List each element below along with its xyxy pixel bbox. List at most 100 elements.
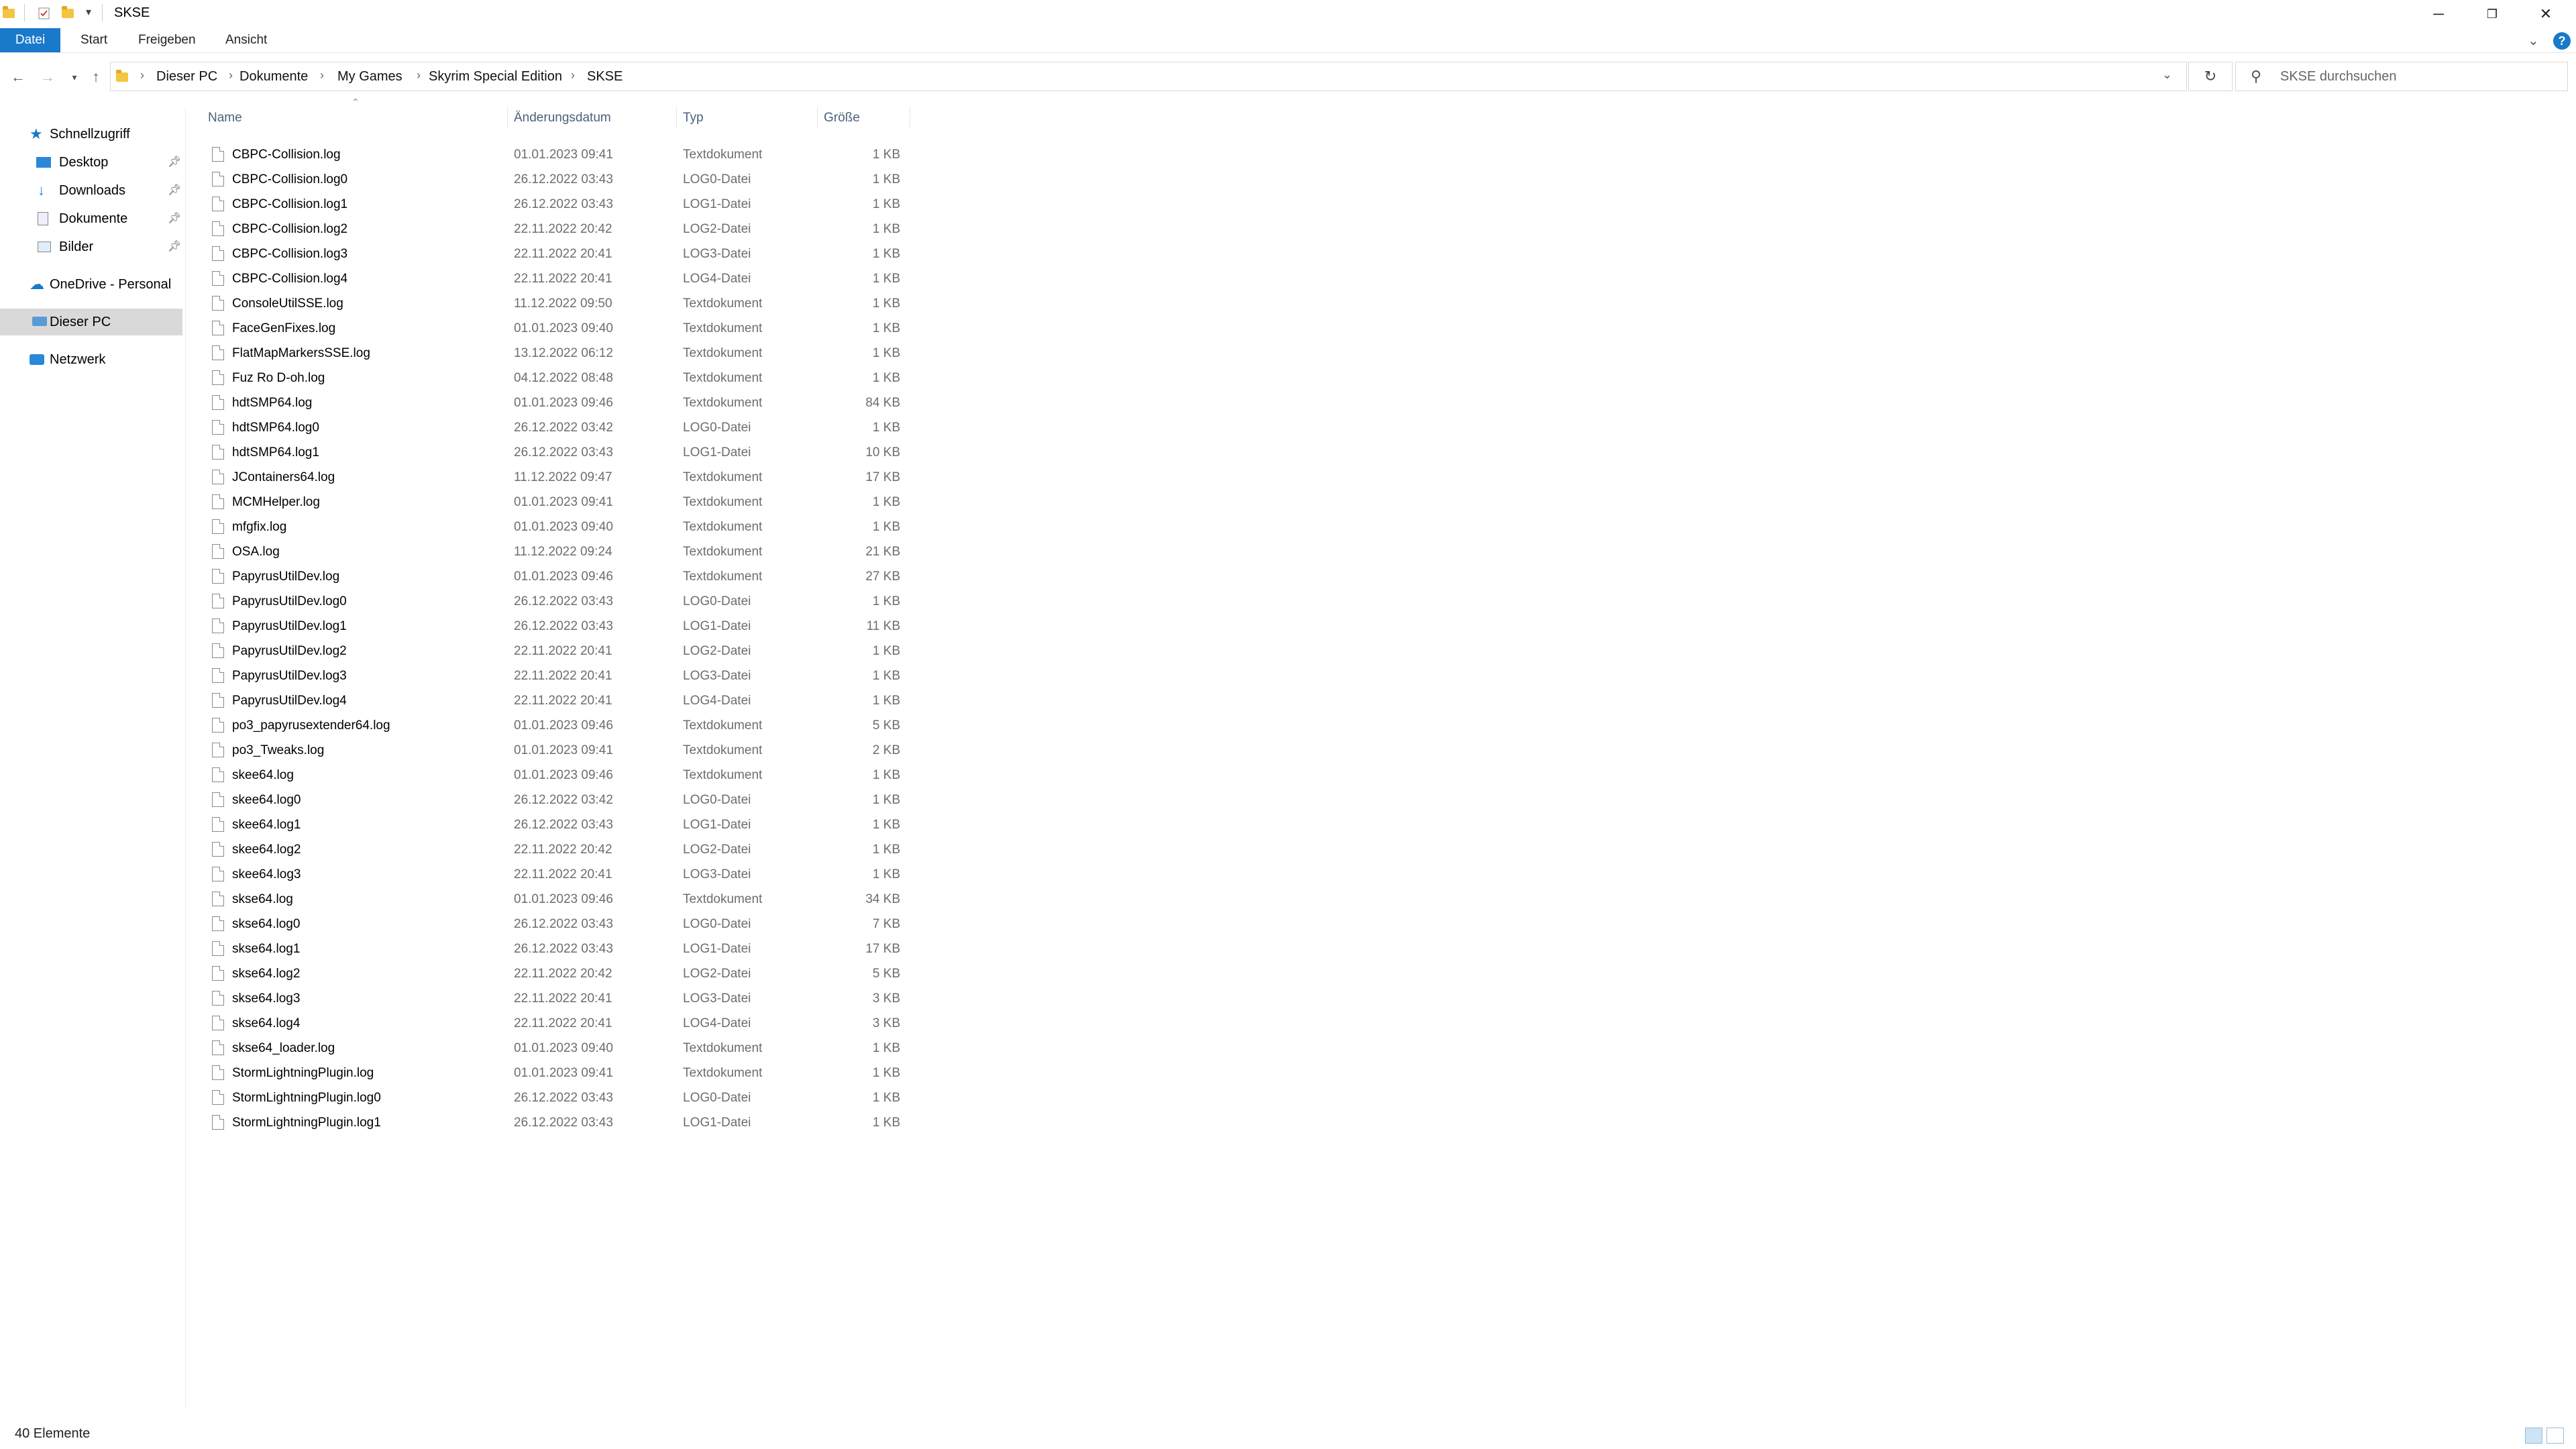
file-row[interactable]: CBPC-Collision.log 01.01.2023 09:41 Textdo… <box>205 142 910 167</box>
file-row[interactable]: mfgfix.log 01.01.2023 09:40 Textdokument 1 … <box>205 515 910 539</box>
file-row[interactable]: Fuz Ro D-oh.log 04.12.2022 08:48 Textdokum… <box>205 366 910 390</box>
close-button[interactable]: ✕ <box>2522 0 2569 28</box>
file-row[interactable]: StormLightningPlugin.log1 26.12.2022 03:4… <box>205 1110 910 1135</box>
forward-button[interactable]: → <box>38 67 58 87</box>
nav-quick-access[interactable]: ★ Schnellzugriff <box>0 121 182 148</box>
file-row[interactable]: skse64.log4 22.11.2022 20:41 LOG4-Datei 3 K… <box>205 1011 910 1036</box>
file-date: 11.12.2022 09:24 <box>514 545 612 559</box>
details-view-icon[interactable] <box>2525 1428 2542 1444</box>
nav-documents[interactable]: Dokumente 📌︎ <box>0 205 182 232</box>
file-row[interactable]: skee64.log2 22.11.2022 20:42 LOG2-Datei 1 K… <box>205 837 910 862</box>
file-row[interactable]: StormLightningPlugin.log 01.01.2023 09:41… <box>205 1061 910 1085</box>
file-row[interactable]: PapyrusUtilDev.log2 22.11.2022 20:41 LOG2-… <box>205 639 910 663</box>
file-icon <box>212 172 224 186</box>
nav-network[interactable]: Netzwerk <box>0 346 182 373</box>
nav-pictures[interactable]: Bilder 📌︎ <box>0 233 182 260</box>
file-row[interactable]: skse64.log1 26.12.2022 03:43 LOG1-Datei 17 … <box>205 936 910 961</box>
properties-icon[interactable] <box>38 7 51 20</box>
file-name: CBPC-Collision.log0 <box>232 172 348 186</box>
file-row[interactable]: JContainers64.log 11.12.2022 09:47 Textdok… <box>205 465 910 490</box>
pin-icon[interactable]: 📌︎ <box>168 177 181 204</box>
file-type: Textdokument <box>683 743 763 757</box>
file-row[interactable]: po3_papyrusextender64.log 01.01.2023 09:4… <box>205 713 910 738</box>
file-date: 22.11.2022 20:41 <box>514 1016 612 1030</box>
column-divider[interactable] <box>507 107 508 129</box>
file-row[interactable]: PapyrusUtilDev.log1 26.12.2022 03:43 LOG1-… <box>205 614 910 639</box>
column-header-size[interactable]: Größe <box>824 107 860 129</box>
breadcrumb-skyrim-special-edition[interactable]: Skyrim Special Edition <box>429 69 562 85</box>
file-row[interactable]: hdtSMP64.log1 26.12.2022 03:43 LOG1-Datei 1… <box>205 440 910 465</box>
file-row[interactable]: skee64.log1 26.12.2022 03:43 LOG1-Datei 1 K… <box>205 812 910 837</box>
file-row[interactable]: CBPC-Collision.log2 22.11.2022 20:42 LOG2-… <box>205 217 910 241</box>
file-row[interactable]: FlatMapMarkersSSE.log 13.12.2022 06:12 Tex… <box>205 341 910 366</box>
column-divider[interactable] <box>817 107 818 129</box>
file-row[interactable]: CBPC-Collision.log4 22.11.2022 20:41 LOG4-… <box>205 266 910 291</box>
file-row[interactable]: PapyrusUtilDev.log3 22.11.2022 20:41 LOG3-… <box>205 663 910 688</box>
file-row[interactable]: PapyrusUtilDev.log4 22.11.2022 20:41 LOG4-… <box>205 688 910 713</box>
file-row[interactable]: FaceGenFixes.log 01.01.2023 09:40 Textdoku… <box>205 316 910 341</box>
recent-locations-button[interactable]: ▾ <box>64 67 85 87</box>
file-name: OSA.log <box>232 545 280 559</box>
file-type: Textdokument <box>683 321 763 335</box>
file-row[interactable]: CBPC-Collision.log3 22.11.2022 20:41 LOG3-… <box>205 241 910 266</box>
file-size: 1 KB <box>872 172 900 186</box>
breadcrumb-my-games[interactable]: My Games <box>337 69 402 85</box>
file-row[interactable]: hdtSMP64.log 01.01.2023 09:46 Textdokument… <box>205 390 910 415</box>
search-input[interactable]: ⚲ SKSE durchsuchen <box>2235 62 2568 91</box>
file-row[interactable]: skse64.log2 22.11.2022 20:42 LOG2-Datei 5 K… <box>205 961 910 986</box>
back-button[interactable]: ← <box>8 67 28 87</box>
tab-ansicht[interactable]: Ansicht <box>212 28 280 52</box>
column-header-type[interactable]: Typ <box>683 107 704 129</box>
tab-datei[interactable]: Datei <box>0 28 60 52</box>
file-name: skee64.log0 <box>232 793 301 807</box>
breadcrumb-dokumente[interactable]: Dokumente <box>239 69 308 85</box>
file-name: Fuz Ro D-oh.log <box>232 371 325 385</box>
pin-icon[interactable]: 📌︎ <box>168 233 181 260</box>
pin-icon[interactable]: 📌︎ <box>168 205 181 232</box>
help-icon[interactable]: ? <box>2553 32 2571 50</box>
tab-freigeben[interactable]: Freigeben <box>125 28 209 52</box>
minimize-button[interactable]: ─ <box>2415 0 2462 28</box>
pin-icon[interactable]: 📌︎ <box>168 149 181 176</box>
tab-start[interactable]: Start <box>67 28 121 52</box>
file-row[interactable]: skee64.log3 22.11.2022 20:41 LOG3-Datei 1 K… <box>205 862 910 887</box>
file-row[interactable]: ConsoleUtilSSE.log 11.12.2022 09:50 Textdo… <box>205 291 910 316</box>
nav-this-pc[interactable]: Dieser PC <box>0 309 182 335</box>
new-folder-icon[interactable] <box>62 6 75 20</box>
file-row[interactable]: po3_Tweaks.log 01.01.2023 09:41 Textdokume… <box>205 738 910 763</box>
up-button[interactable]: ↑ <box>86 67 106 87</box>
file-row[interactable]: PapyrusUtilDev.log 01.01.2023 09:46 Textdo… <box>205 564 910 589</box>
address-history-chevron-icon[interactable]: ⌄ <box>2162 68 2172 82</box>
file-row[interactable]: MCMHelper.log 01.01.2023 09:41 Textdokumen… <box>205 490 910 515</box>
file-row[interactable]: skee64.log 01.01.2023 09:46 Textdokument 1 … <box>205 763 910 788</box>
file-row[interactable]: PapyrusUtilDev.log0 26.12.2022 03:43 LOG0-… <box>205 589 910 614</box>
nav-onedrive[interactable]: ☁ OneDrive - Personal <box>0 271 182 298</box>
file-row[interactable]: skee64.log0 26.12.2022 03:42 LOG0-Datei 1 K… <box>205 788 910 812</box>
file-row[interactable]: CBPC-Collision.log1 26.12.2022 03:43 LOG1-… <box>205 192 910 217</box>
nav-desktop[interactable]: Desktop 📌︎ <box>0 149 182 176</box>
column-header-name[interactable]: Name <box>208 107 242 129</box>
file-row[interactable]: skse64.log0 26.12.2022 03:43 LOG0-Datei 7 K… <box>205 912 910 936</box>
column-header-date[interactable]: Änderungsdatum <box>514 107 611 129</box>
file-row[interactable]: skse64.log3 22.11.2022 20:41 LOG3-Datei 3 K… <box>205 986 910 1011</box>
breadcrumb-dieser-pc[interactable]: Dieser PC <box>156 69 217 85</box>
file-type: LOG2-Datei <box>683 843 751 857</box>
file-name: po3_Tweaks.log <box>232 743 325 757</box>
file-row[interactable]: CBPC-Collision.log0 26.12.2022 03:43 LOG0-… <box>205 167 910 192</box>
column-divider[interactable] <box>676 107 677 129</box>
nav-downloads[interactable]: ↓ Downloads 📌︎ <box>0 177 182 204</box>
address-bar[interactable]: › Dieser PC › Dokumente › My Games › Sky… <box>110 62 2187 91</box>
file-row[interactable]: hdtSMP64.log0 26.12.2022 03:42 LOG0-Datei 1… <box>205 415 910 440</box>
expand-ribbon-chevron-icon[interactable]: ⌄ <box>2528 32 2539 49</box>
customize-toolbar-chevron-icon[interactable]: ▾ <box>86 5 91 19</box>
refresh-button[interactable]: ↻ <box>2188 62 2233 91</box>
large-icons-view-icon[interactable] <box>2546 1428 2564 1444</box>
file-date: 22.11.2022 20:41 <box>514 991 612 1006</box>
file-row[interactable]: OSA.log 11.12.2022 09:24 Textdokument 21 KB <box>205 539 910 564</box>
restore-button[interactable]: ❐ <box>2469 0 2516 28</box>
file-row[interactable]: skse64_loader.log 01.01.2023 09:40 Textdok… <box>205 1036 910 1061</box>
file-row[interactable]: skse64.log 01.01.2023 09:46 Textdokument 34… <box>205 887 910 912</box>
breadcrumb-skse[interactable]: SKSE <box>587 69 623 85</box>
file-type: LOG4-Datei <box>683 1016 751 1030</box>
file-row[interactable]: StormLightningPlugin.log0 26.12.2022 03:4… <box>205 1085 910 1110</box>
